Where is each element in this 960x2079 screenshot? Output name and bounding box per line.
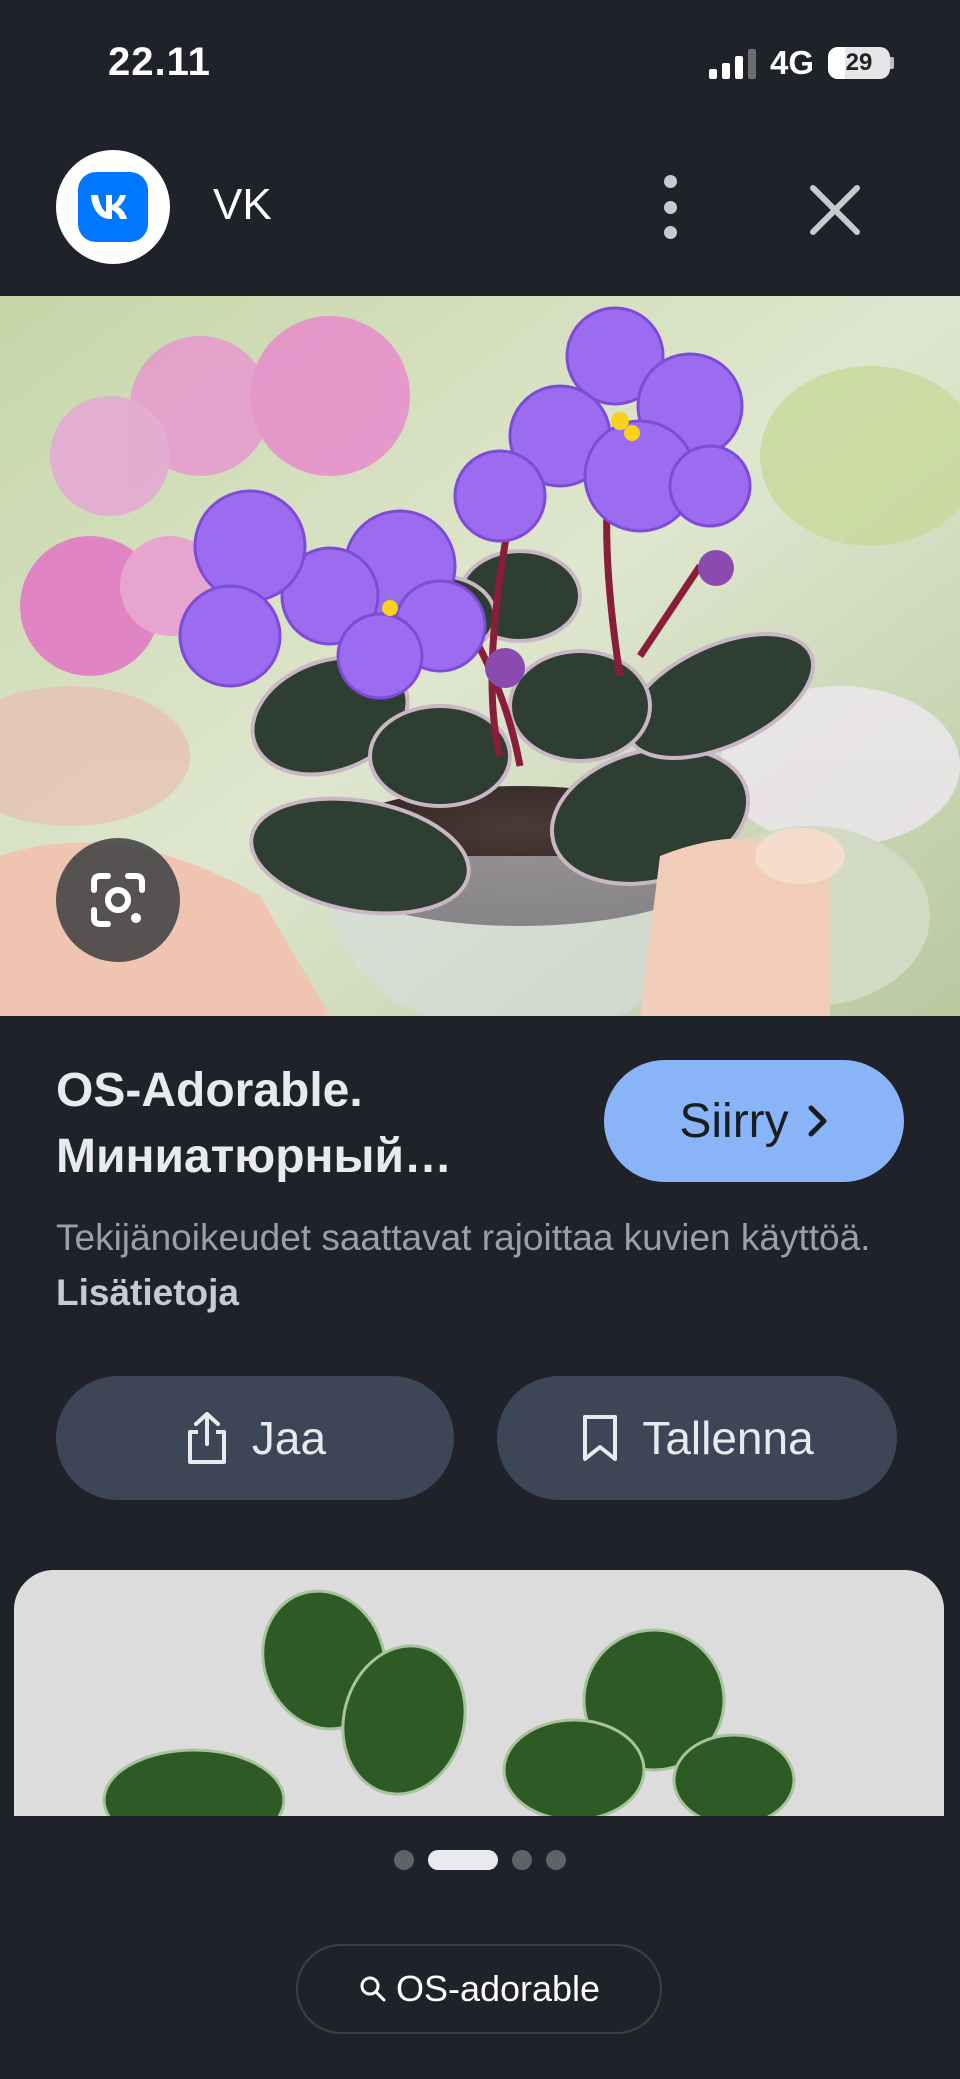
- status-indicators: 4G 29: [708, 44, 894, 82]
- related-image[interactable]: [14, 1570, 944, 1816]
- pagination-dot[interactable]: [394, 1850, 414, 1870]
- copyright-text: Tekijänoikeudet saattavat rajoittaa kuvi…: [56, 1217, 871, 1258]
- network-type: 4G: [769, 44, 814, 81]
- search-icon: [360, 1976, 386, 2002]
- share-label: Jaa: [251, 1412, 327, 1464]
- copyright-notice: Tekijänoikeudet saattavat rajoittaa kuvi…: [56, 1210, 876, 1320]
- result-title-line2: Миниатюрный…: [56, 1130, 452, 1183]
- save-label: Tallenna: [642, 1412, 814, 1464]
- battery-level: 29: [845, 49, 873, 76]
- visit-label: Siirry: [679, 1094, 789, 1148]
- google-lens-icon[interactable]: [56, 838, 180, 962]
- vk-logo-icon: [78, 172, 148, 242]
- save-button[interactable]: Tallenna: [497, 1376, 897, 1500]
- search-chip[interactable]: OS-adorable: [296, 1944, 662, 2034]
- signal-icon: [708, 47, 756, 79]
- result-title-line1: OS-Adorable.: [56, 1064, 363, 1117]
- close-icon[interactable]: [800, 175, 870, 245]
- bookmark-icon: [583, 1415, 618, 1461]
- result-title[interactable]: OS-Adorable. Миниатюрный…: [56, 1058, 576, 1190]
- visit-button[interactable]: Siirry: [604, 1060, 904, 1182]
- share-icon: [187, 1412, 226, 1464]
- pagination-dot[interactable]: [512, 1850, 532, 1870]
- battery-icon: 29: [828, 47, 894, 79]
- more-vertical-icon[interactable]: [650, 175, 690, 239]
- source-logo[interactable]: [56, 150, 170, 264]
- pagination-dots: [0, 1850, 960, 1870]
- pagination-dot[interactable]: [546, 1850, 566, 1870]
- pagination-dot[interactable]: [428, 1850, 498, 1870]
- source-site-name[interactable]: VK: [213, 180, 272, 230]
- search-chip-label: OS-adorable: [395, 1968, 601, 2009]
- share-button[interactable]: Jaa: [56, 1376, 454, 1500]
- status-time: 22.11: [108, 40, 211, 84]
- learn-more-link[interactable]: Lisätietoja: [56, 1272, 239, 1313]
- chevron-right-icon: [808, 1105, 827, 1137]
